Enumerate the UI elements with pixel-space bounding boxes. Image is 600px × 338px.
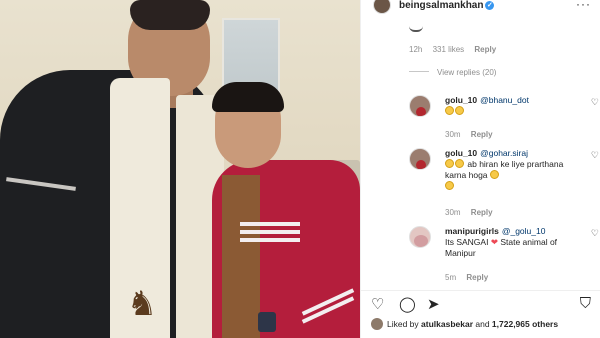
author-username[interactable]: beingsalmankhan ✓ xyxy=(399,0,495,11)
author-avatar[interactable] xyxy=(373,0,391,14)
man-hair xyxy=(130,0,210,30)
grinning-emoji-icon xyxy=(455,159,464,168)
comment-meta: 30m Reply xyxy=(445,208,501,217)
jacket-stripe xyxy=(240,238,300,242)
author-username-text[interactable]: beingsalmankhan xyxy=(399,0,483,11)
comment-like-icon[interactable]: ♡ xyxy=(591,228,599,239)
woman-hair xyxy=(212,82,284,112)
woman-inner-top xyxy=(222,175,260,338)
likes-prefix: Liked by xyxy=(387,319,422,329)
grinning-emoji-icon xyxy=(489,170,499,179)
commenter-username[interactable]: manipurigirls xyxy=(445,226,499,236)
grinning-emoji-icon xyxy=(445,106,454,115)
comment-meta: 30m Reply xyxy=(445,130,501,139)
grinning-emoji-icon xyxy=(445,181,454,190)
wristwatch xyxy=(258,312,276,332)
post-header: beingsalmankhan ✓ ··· xyxy=(361,0,600,18)
red-heart-emoji-icon: ❤ xyxy=(490,237,498,247)
likes-count[interactable]: 1,722,965 others xyxy=(492,319,558,329)
comment-like-icon[interactable]: ♡ xyxy=(591,150,599,161)
comment-like-icon[interactable]: ♡ xyxy=(591,97,599,108)
likes-middle: and xyxy=(473,319,492,329)
reply-button[interactable]: Reply xyxy=(471,130,493,139)
comment-mention[interactable]: @_golu_10 xyxy=(502,226,546,236)
likes-summary: Liked by atulkasbekar and 1,722,965 othe… xyxy=(371,318,600,330)
partial-comment-emoji xyxy=(409,26,423,32)
post-photo[interactable]: ♞ xyxy=(0,0,360,338)
comment-icon[interactable]: ◯ xyxy=(399,295,416,313)
comment-body: golu_10 @gohar.siraj ab hiran ke liye pra… xyxy=(445,148,575,192)
view-replies-text[interactable]: View replies (20) xyxy=(437,68,496,77)
jacket-stripe xyxy=(240,230,300,234)
commenter-avatar[interactable] xyxy=(409,226,431,248)
comment-mention[interactable]: @bhanu_dot xyxy=(480,95,529,105)
reply-button[interactable]: Reply xyxy=(466,273,488,282)
comment-mention[interactable]: @gohar.siraj xyxy=(480,148,528,158)
comment-meta: 5m Reply xyxy=(445,273,496,282)
comment-text: Its SANGAI xyxy=(445,237,489,247)
jacket-stripe xyxy=(240,222,300,226)
view-replies-link[interactable]: View replies (20) xyxy=(409,68,496,77)
reply-button[interactable]: Reply xyxy=(471,208,493,217)
grinning-emoji-icon xyxy=(445,159,454,168)
comment-body: golu_10 @bhanu_dot xyxy=(445,95,575,117)
commenter-username[interactable]: golu_10 xyxy=(445,95,477,105)
heart-icon[interactable]: ♡ xyxy=(371,295,384,313)
grinning-emoji-icon xyxy=(455,106,464,115)
comment-body: manipurigirls @_golu_10 Its SANGAI ❤ Stat… xyxy=(445,226,575,259)
stag-emblem-icon: ♞ xyxy=(126,285,158,323)
commenter-username[interactable]: golu_10 xyxy=(445,148,477,158)
liker-avatar[interactable] xyxy=(371,318,383,330)
bookmark-icon[interactable]: ⛉ xyxy=(580,295,591,312)
comment-likes[interactable]: 331 likes xyxy=(433,45,465,54)
reply-button[interactable]: Reply xyxy=(474,45,496,54)
commenter-avatar[interactable] xyxy=(409,95,431,117)
comment-time: 5m xyxy=(445,273,457,282)
comment-time: 12h xyxy=(409,45,423,54)
comment-time: 30m xyxy=(445,208,461,217)
liker-username[interactable]: atulkasbekar xyxy=(421,319,473,329)
comments-panel: beingsalmankhan ✓ ··· 12h 331 likes Reply… xyxy=(360,0,600,338)
top-comment-meta: 12h 331 likes Reply xyxy=(409,45,504,54)
verified-badge-icon: ✓ xyxy=(485,1,495,10)
post-actions-bar: ♡ ◯ ➤ ⛉ xyxy=(361,290,600,314)
view-replies-line xyxy=(409,71,429,72)
more-options-icon[interactable]: ··· xyxy=(576,0,591,11)
commenter-avatar[interactable] xyxy=(409,148,431,170)
comment-time: 30m xyxy=(445,130,461,139)
share-icon[interactable]: ➤ xyxy=(427,295,440,313)
